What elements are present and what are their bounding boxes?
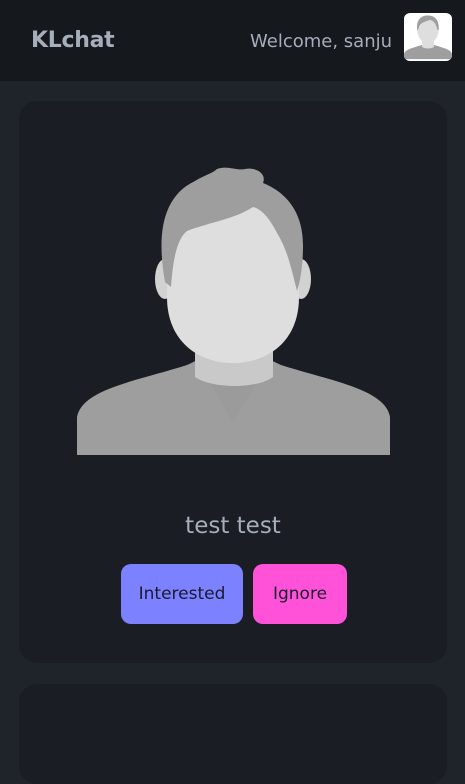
ignore-button[interactable]: Ignore	[253, 564, 347, 624]
welcome-text: Welcome, sanju	[250, 31, 393, 52]
next-profile-card	[19, 684, 447, 784]
user-avatar[interactable]	[404, 13, 452, 61]
user-silhouette-icon	[404, 14, 452, 60]
brand-logo[interactable]: KLchat	[31, 28, 115, 53]
user-silhouette-icon	[77, 167, 390, 455]
profile-card: test test Interested Ignore	[19, 101, 447, 663]
profile-name: test test	[185, 513, 281, 539]
navbar: KLchat Welcome, sanju	[0, 0, 465, 81]
interested-button[interactable]: Interested	[121, 564, 243, 624]
